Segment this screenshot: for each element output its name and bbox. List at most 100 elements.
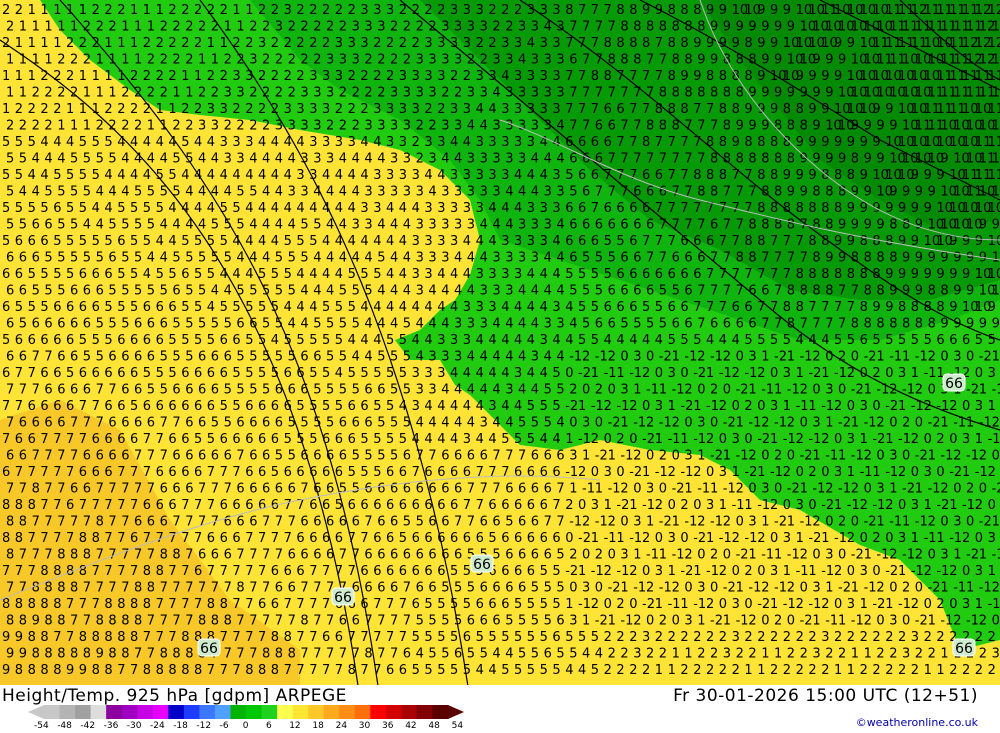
temp-digit: 6: [313, 350, 321, 365]
temp-digit: 6: [300, 548, 308, 563]
temp-digit: 6: [262, 416, 270, 431]
temp-digit: 4: [271, 201, 279, 216]
temp-digit: 2: [706, 432, 714, 447]
temp-digit: 8: [108, 647, 116, 662]
temp-digit: -1: [860, 465, 873, 480]
temp-digit: 7: [6, 383, 14, 398]
temp-digit: 5: [428, 647, 436, 662]
temp-digit: 5: [659, 284, 667, 299]
temp-digit: 3: [300, 119, 308, 134]
temp-digit: 8: [565, 3, 573, 18]
temp-digit: 3: [403, 152, 411, 167]
temp-digit: 5: [288, 416, 296, 431]
temp-digit: 2: [352, 86, 360, 101]
temp-digit: 9: [898, 267, 906, 282]
scale-arrow-left: [28, 705, 44, 719]
temp-digit: 5: [352, 383, 360, 398]
temp-digit: 6: [207, 531, 215, 546]
temp-digit: 5: [249, 185, 257, 200]
temp-digit: 5: [96, 152, 104, 167]
temp-digit: 3: [335, 69, 343, 84]
temp-digit: 2: [501, 3, 509, 18]
temp-digit: 8: [15, 663, 23, 678]
temp-digit: -1: [684, 515, 697, 530]
temp-digit: 3: [770, 399, 778, 414]
temp-digit: 2: [467, 53, 475, 68]
temp-digit: 2: [860, 630, 868, 645]
temp-digit: 9: [936, 267, 944, 282]
temp-digit: 5: [540, 663, 548, 678]
temp-digit: 5: [544, 416, 552, 431]
temp-digit: 5: [390, 416, 398, 431]
temp-digit: 5: [207, 267, 215, 282]
temp-digit: -2: [736, 548, 749, 563]
temp-digit: 6: [70, 317, 78, 332]
temp-digit: -1: [578, 432, 591, 447]
temp-digit: 4: [288, 317, 296, 332]
temp-digit: 3: [245, 135, 253, 150]
temp-digit: 5: [83, 152, 91, 167]
credit-link[interactable]: ©weatheronline.co.uk: [856, 716, 978, 729]
temp-digit: 3: [437, 201, 445, 216]
temp-digit: 4: [390, 218, 398, 233]
temp-digit: 0: [774, 482, 782, 497]
temp-digit: 7: [130, 564, 138, 579]
temp-digit: 2: [28, 102, 36, 117]
temp-digit: 2: [104, 102, 112, 117]
temp-digit: 6: [352, 515, 360, 530]
temp-digit: 3: [288, 119, 296, 134]
temp-digit: 4: [335, 267, 343, 282]
temp-digit: 2: [6, 20, 14, 35]
temp-digit: 8: [92, 531, 100, 546]
temp-digit: 2: [911, 432, 919, 447]
temp-digit: 3: [668, 366, 676, 381]
temp-digit: -1: [578, 597, 591, 612]
temp-digit: 4: [454, 383, 462, 398]
temp-digit: 5: [309, 366, 317, 381]
scale-swatch: [385, 705, 402, 719]
temp-digit: 1: [953, 548, 961, 563]
temp-digit: 2: [296, 36, 304, 51]
scale-tick-label: 36: [382, 721, 394, 731]
temp-digit: 3: [454, 317, 462, 332]
temp-digit: 5: [92, 234, 100, 249]
temp-digit: 3: [480, 185, 488, 200]
temp-digit: 1: [812, 449, 820, 464]
temp-digit: 6: [569, 218, 577, 233]
temp-digit: 5: [467, 581, 475, 596]
temp-digit: 8: [211, 614, 219, 629]
temp-digit: 5: [300, 218, 308, 233]
scale-swatch: [261, 705, 278, 719]
temp-digit: 9: [719, 3, 727, 18]
temp-digit: -2: [736, 383, 749, 398]
temp-digit: 6: [271, 432, 279, 447]
temp-digit: 2: [668, 465, 676, 480]
temp-digit: 8: [96, 515, 104, 530]
temp-digit: 4: [271, 234, 279, 249]
temp-digit: 1: [83, 86, 91, 101]
temp-digit: 5: [552, 564, 560, 579]
temp-digit: 6: [224, 449, 232, 464]
temp-digit: 4: [450, 267, 458, 282]
temp-digit: 2: [800, 548, 808, 563]
temp-digit: 3: [412, 366, 420, 381]
temp-digit: 5: [313, 218, 321, 233]
temp-digit: 4: [412, 333, 420, 348]
temp-digit: 7: [6, 581, 14, 596]
temp-digit: 6: [70, 350, 78, 365]
temp-digit: -1: [962, 498, 975, 513]
temp-digit: 7: [83, 515, 91, 530]
temp-digit: 8: [2, 498, 10, 513]
temp-digit: 6: [552, 531, 560, 546]
temp-digit: 2: [821, 597, 829, 612]
temp-digit: 3: [732, 630, 740, 645]
temp-digit: 2: [326, 119, 334, 134]
temp-digit: 7: [156, 630, 164, 645]
temp-digit: 7: [96, 581, 104, 596]
temp-digit: 5: [335, 399, 343, 414]
temp-digit: 5: [527, 432, 535, 447]
temp-digit: 6: [552, 465, 560, 480]
temp-digit: 2: [748, 647, 756, 662]
temp-digit: 3: [552, 168, 560, 183]
temp-digit: 4: [262, 185, 270, 200]
